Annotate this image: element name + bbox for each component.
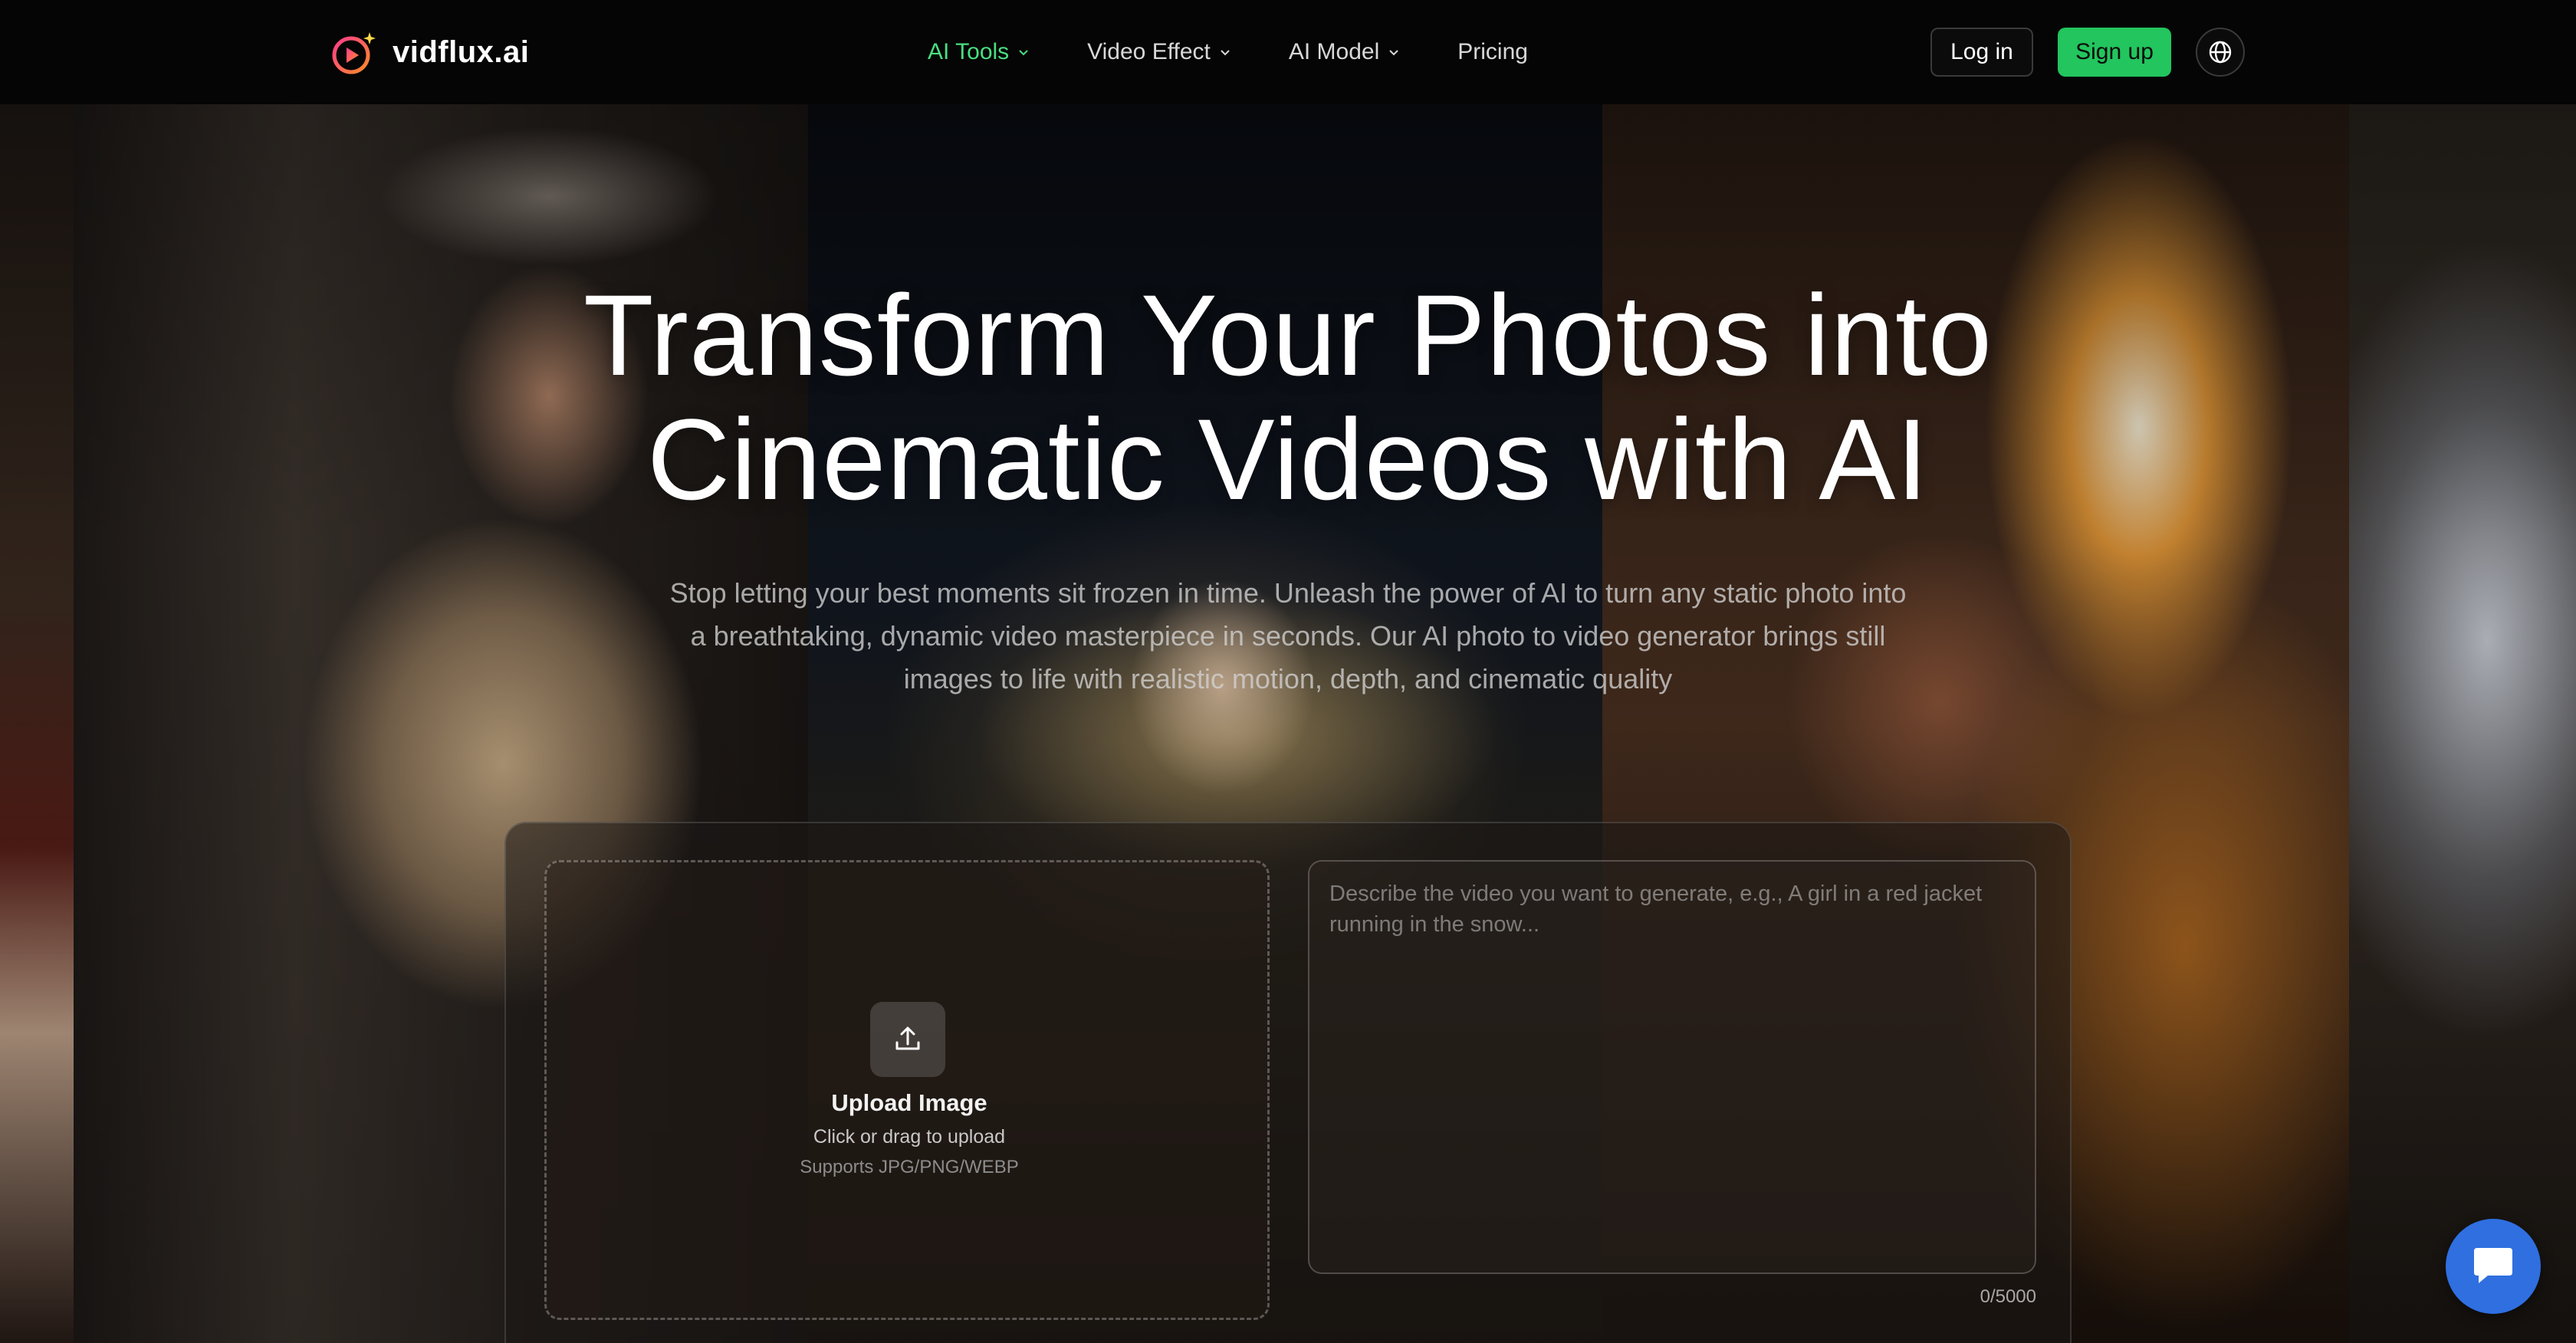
char-counter: 0/5000 bbox=[1980, 1286, 2036, 1307]
chevron-down-icon bbox=[1221, 50, 1230, 56]
language-button[interactable] bbox=[2196, 28, 2245, 77]
brand-name: vidflux.ai bbox=[393, 34, 530, 69]
login-button[interactable]: Log in bbox=[1930, 28, 2033, 77]
hero-title-line-1: Transform Your Photos into bbox=[583, 271, 1993, 399]
generator-card: Upload Image Click or drag to upload Sup… bbox=[504, 822, 2072, 1343]
hero-subtitle: Stop letting your best moments sit froze… bbox=[669, 577, 1907, 694]
main-menu: AI Tools Video Effect AI Model Pricing bbox=[928, 31, 1528, 74]
upload-formats: Supports JPG/PNG/WEBP bbox=[800, 1157, 1019, 1177]
upload-title: Upload Image bbox=[831, 1089, 987, 1116]
nav-ai-tools[interactable]: AI Tools bbox=[928, 31, 1030, 74]
support-chat-button[interactable] bbox=[2446, 1219, 2541, 1314]
nav-ai-model-label: AI Model bbox=[1288, 39, 1380, 64]
upload-icon-box bbox=[870, 1002, 945, 1077]
chevron-down-icon bbox=[1389, 50, 1398, 56]
nav-ai-model[interactable]: AI Model bbox=[1289, 31, 1401, 74]
nav-video-effect-label: Video Effect bbox=[1087, 39, 1211, 64]
page: vidflux.ai AI Tools Video Effect AI Mode… bbox=[0, 0, 2576, 1343]
nav-pricing[interactable]: Pricing bbox=[1457, 31, 1528, 74]
prompt-textarea[interactable] bbox=[1308, 860, 2036, 1274]
globe-icon bbox=[2209, 41, 2232, 64]
hero-title-line-2: Cinematic Videos with AI bbox=[646, 395, 1930, 524]
hero-title: Transform Your Photos into Cinematic Vid… bbox=[368, 273, 2208, 521]
upload-icon bbox=[895, 1026, 920, 1050]
brand-logo[interactable]: vidflux.ai bbox=[330, 28, 529, 77]
nav-ai-tools-label: AI Tools bbox=[928, 39, 1010, 64]
chevron-down-icon bbox=[1019, 50, 1028, 56]
signup-button[interactable]: Sign up bbox=[2058, 28, 2171, 77]
nav-pricing-label: Pricing bbox=[1457, 39, 1528, 64]
upload-instructions: Click or drag to upload bbox=[813, 1126, 1006, 1148]
nav-video-effect[interactable]: Video Effect bbox=[1087, 31, 1232, 74]
logo-icon bbox=[332, 32, 376, 74]
image-upload-dropzone[interactable]: Upload Image Click or drag to upload Sup… bbox=[544, 860, 1270, 1320]
top-navbar: vidflux.ai AI Tools Video Effect AI Mode… bbox=[0, 0, 2576, 104]
chat-icon bbox=[2474, 1248, 2512, 1283]
